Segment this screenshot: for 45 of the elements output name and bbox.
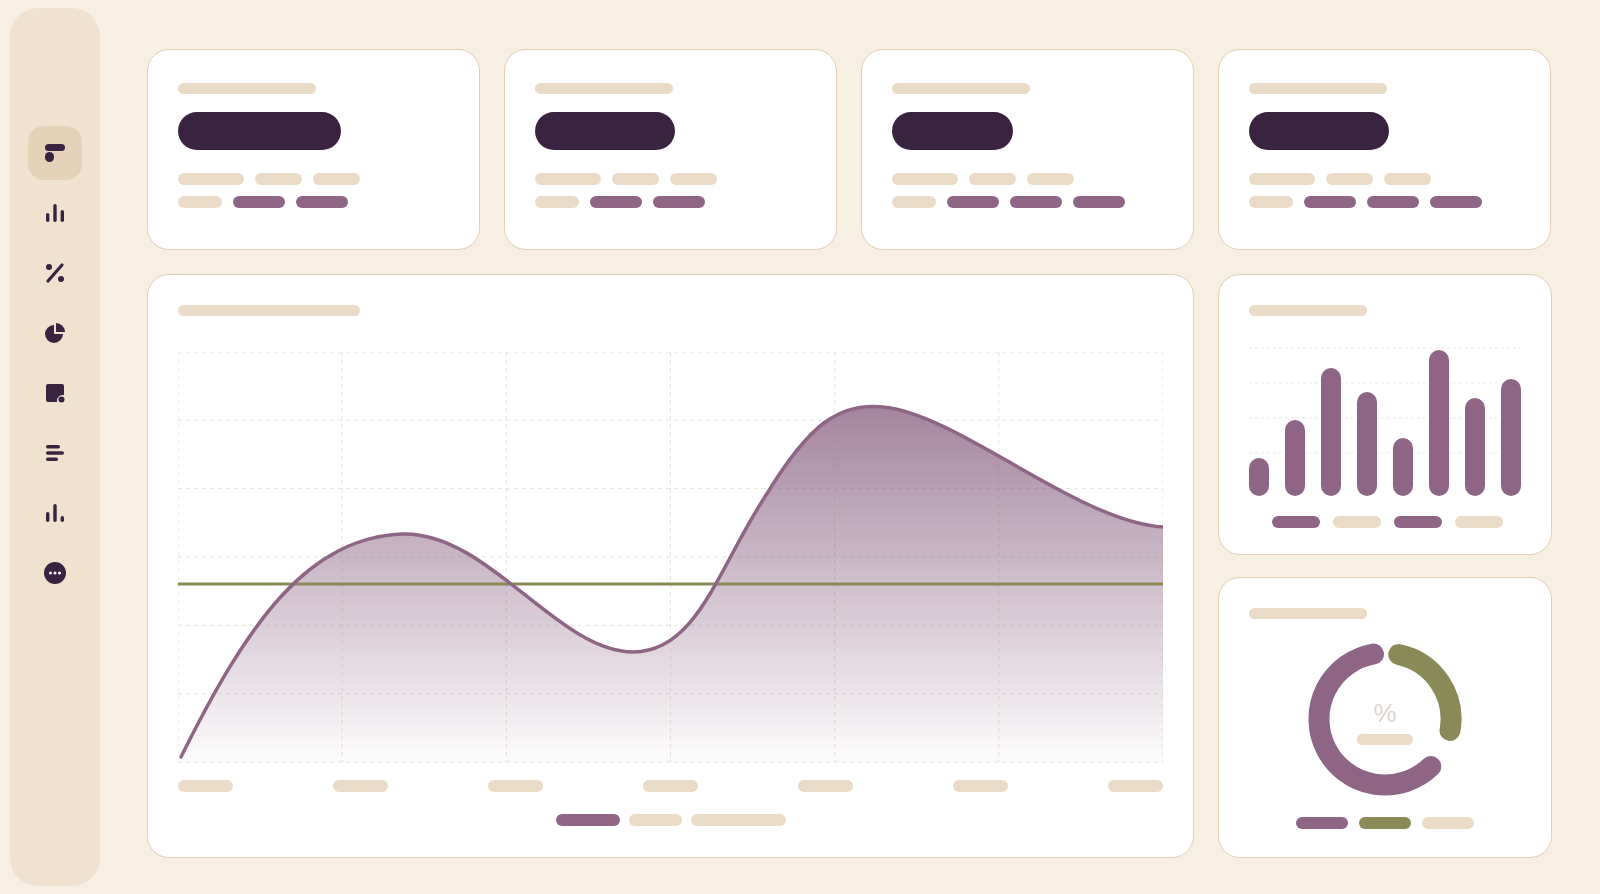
icon-layout	[43, 141, 67, 165]
placeholder-bar	[1384, 173, 1431, 185]
axis-label-placeholder	[333, 780, 388, 792]
sidebar-item[interactable]	[28, 126, 82, 180]
placeholder-bar	[670, 173, 717, 185]
placeholder-bar	[296, 196, 348, 208]
bar-chart-icon	[43, 501, 67, 525]
placeholder-bar	[947, 196, 999, 208]
placeholder-bar	[1326, 173, 1373, 185]
placeholder-bar	[313, 173, 360, 185]
percent-symbol: %	[1373, 699, 1397, 726]
placeholder-bar	[535, 173, 601, 185]
card-icon	[43, 381, 67, 405]
percent-icon	[43, 261, 67, 285]
placeholder-bar	[590, 196, 642, 208]
placeholder-bar	[1073, 196, 1125, 208]
placeholder-bar	[233, 196, 285, 208]
placeholder-bar	[1249, 196, 1293, 208]
placeholder-bar	[612, 173, 659, 185]
placeholder-bar	[1249, 173, 1315, 185]
placeholder-bar	[535, 196, 579, 208]
placeholder-bar	[1027, 173, 1074, 185]
placeholder-bar	[1010, 196, 1062, 208]
placeholder-bar	[178, 173, 244, 185]
placeholder-bar	[1357, 733, 1413, 745]
placeholder-bar	[1367, 196, 1419, 208]
bar-chart-icon	[43, 201, 67, 225]
axis-label-placeholder	[643, 780, 698, 792]
axis-label-placeholder	[488, 780, 543, 792]
axis-label-placeholder	[178, 780, 233, 792]
axis-label-placeholder	[953, 780, 1008, 792]
axis-label-placeholder	[1108, 780, 1163, 792]
placeholder-bar	[892, 196, 936, 208]
axis-label-placeholder	[798, 780, 853, 792]
bar	[1249, 458, 1269, 496]
bar	[1393, 438, 1413, 496]
placeholder-bar	[255, 173, 302, 185]
placeholder-bar	[892, 173, 958, 185]
placeholder-bar	[1304, 196, 1356, 208]
placeholder-bar	[178, 196, 222, 208]
pie-chart-icon	[43, 321, 67, 345]
placeholder-bar	[1430, 196, 1482, 208]
placeholder-bar	[969, 173, 1016, 185]
more-icon	[43, 561, 67, 585]
placeholder-bar	[653, 196, 705, 208]
